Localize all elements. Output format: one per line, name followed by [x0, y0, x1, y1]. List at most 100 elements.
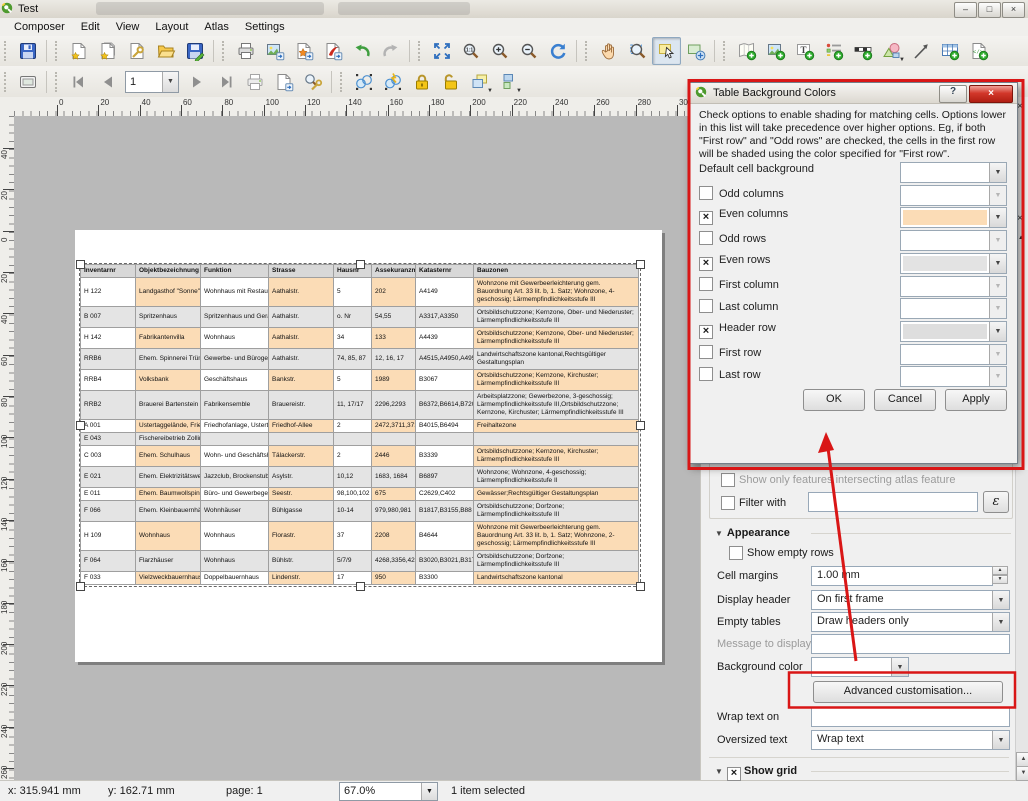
menu-edit[interactable]: Edit — [73, 19, 108, 35]
add-table-button[interactable] — [935, 37, 964, 65]
dialog-help-button[interactable]: ? — [939, 85, 967, 103]
default-cell-background-color-picker[interactable]: ▼ — [900, 162, 1007, 183]
duplicate-composition-button[interactable] — [93, 37, 122, 65]
even-columns-checkbox[interactable] — [699, 211, 713, 225]
last-column-checkbox[interactable] — [699, 299, 713, 313]
toolbar-grip[interactable] — [55, 41, 61, 61]
last-row-checkbox[interactable] — [699, 367, 713, 381]
chevron-down-icon[interactable]: ▼ — [162, 72, 178, 92]
atlas-last-button[interactable] — [211, 68, 240, 96]
message-to-display-input[interactable] — [811, 634, 1010, 654]
select-move-button[interactable] — [652, 37, 681, 65]
add-map-button[interactable] — [732, 37, 761, 65]
toolbar-grip[interactable] — [340, 72, 346, 92]
menu-view[interactable]: View — [108, 19, 148, 35]
even-columns-color-picker[interactable]: ▼ — [900, 207, 1007, 228]
refresh-button[interactable] — [543, 37, 572, 65]
chevron-down-icon[interactable]: ▼ — [989, 345, 1006, 364]
empty-tables-select[interactable]: Draw headers only▼ — [811, 612, 1010, 632]
chevron-down-icon[interactable]: ▼ — [989, 367, 1006, 386]
export-pdf-button[interactable] — [318, 37, 347, 65]
scroll-up-icon[interactable]: ▲ — [1016, 752, 1028, 767]
toolbar-grip[interactable] — [222, 41, 228, 61]
maximize-button[interactable]: □ — [978, 2, 1001, 18]
atlas-prev-button[interactable] — [93, 68, 122, 96]
odd-rows-checkbox[interactable] — [699, 231, 713, 245]
spin-up-icon[interactable]: ▲ — [992, 566, 1008, 575]
add-scalebar-button[interactable] — [848, 37, 877, 65]
toolbar-grip[interactable] — [4, 41, 10, 61]
group-items-button[interactable] — [349, 68, 378, 96]
apply-button[interactable]: Apply — [945, 389, 1007, 411]
header-row-checkbox[interactable] — [699, 325, 713, 339]
print-button[interactable] — [231, 37, 260, 65]
chevron-down-icon[interactable]: ▼ — [992, 613, 1009, 631]
panel-scrollbar[interactable]: ▲ ▼ — [1015, 470, 1028, 780]
cancel-button[interactable]: Cancel — [874, 389, 936, 411]
advanced-customisation-button[interactable]: Advanced customisation... — [813, 681, 1003, 703]
atlas-feature-select[interactable]: 1▼ — [125, 71, 179, 93]
header-row-color-picker[interactable]: ▼ — [900, 321, 1007, 342]
ok-button[interactable]: OK — [803, 389, 865, 411]
even-rows-checkbox[interactable] — [699, 257, 713, 271]
background-color-picker[interactable]: ▼ — [811, 657, 909, 677]
oversized-text-select[interactable]: Wrap text▼ — [811, 730, 1010, 750]
export-svg-button[interactable] — [289, 37, 318, 65]
scroll-up-icon[interactable]: ▲ — [1018, 235, 1024, 241]
dialog-titlebar[interactable]: Table Background Colors — [689, 83, 1017, 104]
chevron-down-icon[interactable]: ▼ — [989, 254, 1006, 273]
pan-button[interactable] — [594, 37, 623, 65]
atlas-export-button[interactable] — [269, 68, 298, 96]
menu-layout[interactable]: Layout — [147, 19, 196, 35]
toolbar-grip[interactable] — [418, 41, 424, 61]
add-legend-button[interactable] — [819, 37, 848, 65]
menu-composer[interactable]: Composer — [6, 19, 73, 35]
last-column-color-picker[interactable]: ▼ — [900, 298, 1007, 319]
chevron-down-icon[interactable]: ▼ — [989, 299, 1006, 318]
lock-items-button[interactable] — [407, 68, 436, 96]
display-header-select[interactable]: On first frame▼ — [811, 590, 1010, 610]
expression-builder-button[interactable]: ε — [983, 491, 1009, 513]
toolbar-grip[interactable] — [4, 72, 10, 92]
atlas-first-button[interactable] — [64, 68, 93, 96]
chevron-down-icon[interactable]: ▼ — [989, 186, 1006, 205]
intersect-atlas-checkbox[interactable] — [721, 473, 735, 487]
menu-settings[interactable]: Settings — [237, 19, 293, 35]
cell-margins-spinner[interactable]: ▲▼ — [992, 566, 1008, 584]
odd-columns-checkbox[interactable] — [699, 186, 713, 200]
save-as-button[interactable] — [180, 37, 209, 65]
zoom-tool-button[interactable] — [623, 37, 652, 65]
add-image-button[interactable] — [761, 37, 790, 65]
zoom-out-button[interactable] — [514, 37, 543, 65]
zoom-full-button[interactable] — [427, 37, 456, 65]
composition-page[interactable]: InventarnrObjektbezeichnungFunktionStras… — [75, 230, 662, 662]
zoom-level-select[interactable]: 67.0%▼ — [339, 782, 438, 801]
show-grid-section-header[interactable]: ▼ Show grid — [715, 765, 797, 781]
add-shape-button[interactable]: ▼ — [877, 37, 906, 65]
cell-margins-input[interactable]: 1.00 mm — [811, 566, 993, 586]
toolbar-grip[interactable] — [55, 72, 61, 92]
composition-canvas[interactable]: InventarnrObjektbezeichnungFunktionStras… — [14, 116, 704, 780]
first-column-checkbox[interactable] — [699, 277, 713, 291]
last-row-color-picker[interactable]: ▼ — [900, 366, 1007, 387]
chevron-down-icon[interactable]: ▼ — [989, 208, 1006, 227]
filter-with-checkbox[interactable] — [721, 496, 735, 510]
atlas-next-button[interactable] — [182, 68, 211, 96]
close-button[interactable]: × — [1002, 2, 1025, 18]
menu-atlas[interactable]: Atlas — [196, 19, 236, 35]
minimize-button[interactable]: – — [954, 2, 977, 18]
chevron-down-icon[interactable]: ▼ — [989, 277, 1006, 296]
align-items-button[interactable]: ▼ — [494, 68, 523, 96]
dialog-close-button[interactable]: × — [969, 85, 1013, 103]
move-content-button[interactable] — [681, 37, 710, 65]
unlock-items-button[interactable] — [436, 68, 465, 96]
save-button[interactable] — [13, 37, 42, 65]
spin-down-icon[interactable]: ▼ — [992, 575, 1008, 584]
atlas-print-button[interactable] — [240, 68, 269, 96]
first-row-checkbox[interactable] — [699, 345, 713, 359]
add-arrow-button[interactable] — [906, 37, 935, 65]
chevron-down-icon[interactable]: ▼ — [992, 731, 1009, 749]
odd-rows-color-picker[interactable]: ▼ — [900, 230, 1007, 251]
zoom-in-button[interactable] — [485, 37, 514, 65]
filter-expression-input[interactable] — [808, 492, 978, 512]
